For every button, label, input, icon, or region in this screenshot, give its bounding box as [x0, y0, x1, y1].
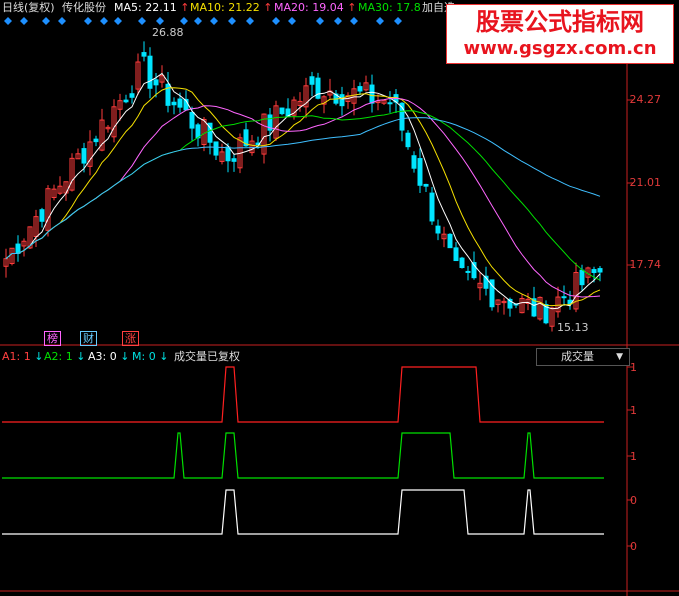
- signal-diamond-icon: [350, 17, 358, 25]
- candle-body: [459, 257, 465, 269]
- chevron-down-icon: ▼: [616, 352, 623, 362]
- signal-diamond-icon: [334, 17, 342, 25]
- signal-diamond-icon: [84, 17, 92, 25]
- ma10-line: [5, 87, 601, 307]
- candle-body: [357, 86, 363, 92]
- a1-line: [2, 366, 604, 423]
- candle-body: [339, 94, 345, 107]
- candle-body: [225, 146, 231, 162]
- signal-diamond-icon: [100, 17, 108, 25]
- badge-rise[interactable]: 涨: [122, 331, 139, 346]
- signal-diamond-icon: [20, 17, 28, 25]
- candle-body: [561, 296, 567, 299]
- candle-body: [405, 132, 411, 148]
- ind-tick-4: 0: [630, 494, 637, 507]
- signal-diamond-icon: [394, 17, 402, 25]
- candle-body: [171, 101, 177, 106]
- signal-diamond-icon: [156, 17, 164, 25]
- signal-diamond-icon: [210, 17, 218, 25]
- candle-body: [447, 233, 453, 249]
- signal-diamond-icon: [42, 17, 50, 25]
- high-annotation: 26.88: [152, 26, 184, 39]
- candle-body: [369, 84, 375, 104]
- ma30-line: [5, 110, 601, 281]
- low-annotation: 15.13: [557, 321, 589, 334]
- ma20-label: MA20: 19.04 ↑: [274, 1, 357, 14]
- candle-body: [129, 93, 135, 98]
- signal-diamond-icon: [272, 17, 280, 25]
- ma30-label: MA30: 17.8: [358, 1, 421, 14]
- ma5-label: MA5: 22.11 ↑: [114, 1, 190, 14]
- ma20-line: [5, 97, 601, 298]
- watermark-title: 股票公式指标网: [476, 8, 644, 36]
- candle-body: [387, 102, 393, 105]
- signal-diamond-icon: [246, 17, 254, 25]
- candle-body: [231, 158, 237, 162]
- chart-canvas: [0, 16, 679, 596]
- candle-body: [465, 270, 471, 273]
- ind-tick-1: 1: [630, 361, 637, 374]
- candle-body: [81, 148, 87, 164]
- ind-tick-5: 0: [630, 540, 637, 553]
- ind-tick-3: 1: [630, 450, 637, 463]
- signal-diamond-icon: [376, 17, 384, 25]
- signal-diamond-icon: [180, 17, 188, 25]
- period-label[interactable]: 日线(复权): [2, 1, 55, 15]
- indicator-selector[interactable]: 成交量 ▼: [536, 348, 630, 366]
- signal-diamond-icon: [228, 17, 236, 25]
- candle-body: [423, 183, 429, 187]
- candle-body: [453, 247, 459, 262]
- signal-diamond-icon: [194, 17, 202, 25]
- ind-tick-2: 1: [630, 404, 637, 417]
- candle-body: [147, 55, 153, 89]
- candle-body: [417, 158, 423, 186]
- signal-diamond-icon: [288, 17, 296, 25]
- watermark-logo: 股票公式指标网 www.gsgzx.com.cn: [446, 4, 674, 64]
- candle-body: [597, 268, 603, 273]
- price-tick-3: 17.74: [629, 258, 662, 271]
- indicator-selector-value: 成交量: [561, 350, 594, 363]
- a1-label: A1: 1 ↓: [2, 350, 44, 363]
- signal-diamond-icon: [58, 17, 66, 25]
- candle-body: [309, 76, 315, 85]
- stock-name: 传化股份: [62, 1, 106, 14]
- candle-body: [15, 243, 21, 254]
- signal-diamond-icon: [4, 17, 12, 25]
- candle-body: [93, 138, 99, 143]
- a3-label: A3: 0 ↓: [88, 350, 130, 363]
- a2-label: A2: 1 ↓: [44, 350, 86, 363]
- a3-line: [2, 489, 604, 535]
- price-tick-1: 24.27: [629, 93, 662, 106]
- candle-body: [189, 111, 195, 129]
- signal-diamond-icon: [316, 17, 324, 25]
- candle-body: [435, 225, 441, 234]
- candle-body: [153, 79, 159, 86]
- candle-body: [177, 98, 183, 108]
- signal-diamond-icon: [114, 17, 122, 25]
- candle-body: [39, 209, 45, 222]
- candle-body: [213, 141, 219, 156]
- candle-body: [429, 192, 435, 222]
- price-tick-2: 21.01: [629, 176, 662, 189]
- candle-body: [123, 99, 129, 103]
- m-label: M: 0 ↓: [132, 350, 169, 363]
- signal-diamond-icon: [138, 17, 146, 25]
- candle-body: [141, 52, 147, 57]
- candle-body: [579, 269, 585, 286]
- watermark-url: www.gsgzx.com.cn: [463, 38, 657, 59]
- a2-line: [2, 432, 604, 479]
- candle-body: [411, 155, 417, 169]
- candle-body: [279, 107, 285, 115]
- badge-rank[interactable]: 榜: [44, 331, 61, 346]
- ma10-label: MA10: 21.22 ↑: [190, 1, 273, 14]
- candle-body: [591, 269, 597, 273]
- badge-finance[interactable]: 财: [80, 331, 97, 346]
- volume-note: 成交量已复权: [174, 350, 240, 363]
- candle-body: [195, 124, 201, 139]
